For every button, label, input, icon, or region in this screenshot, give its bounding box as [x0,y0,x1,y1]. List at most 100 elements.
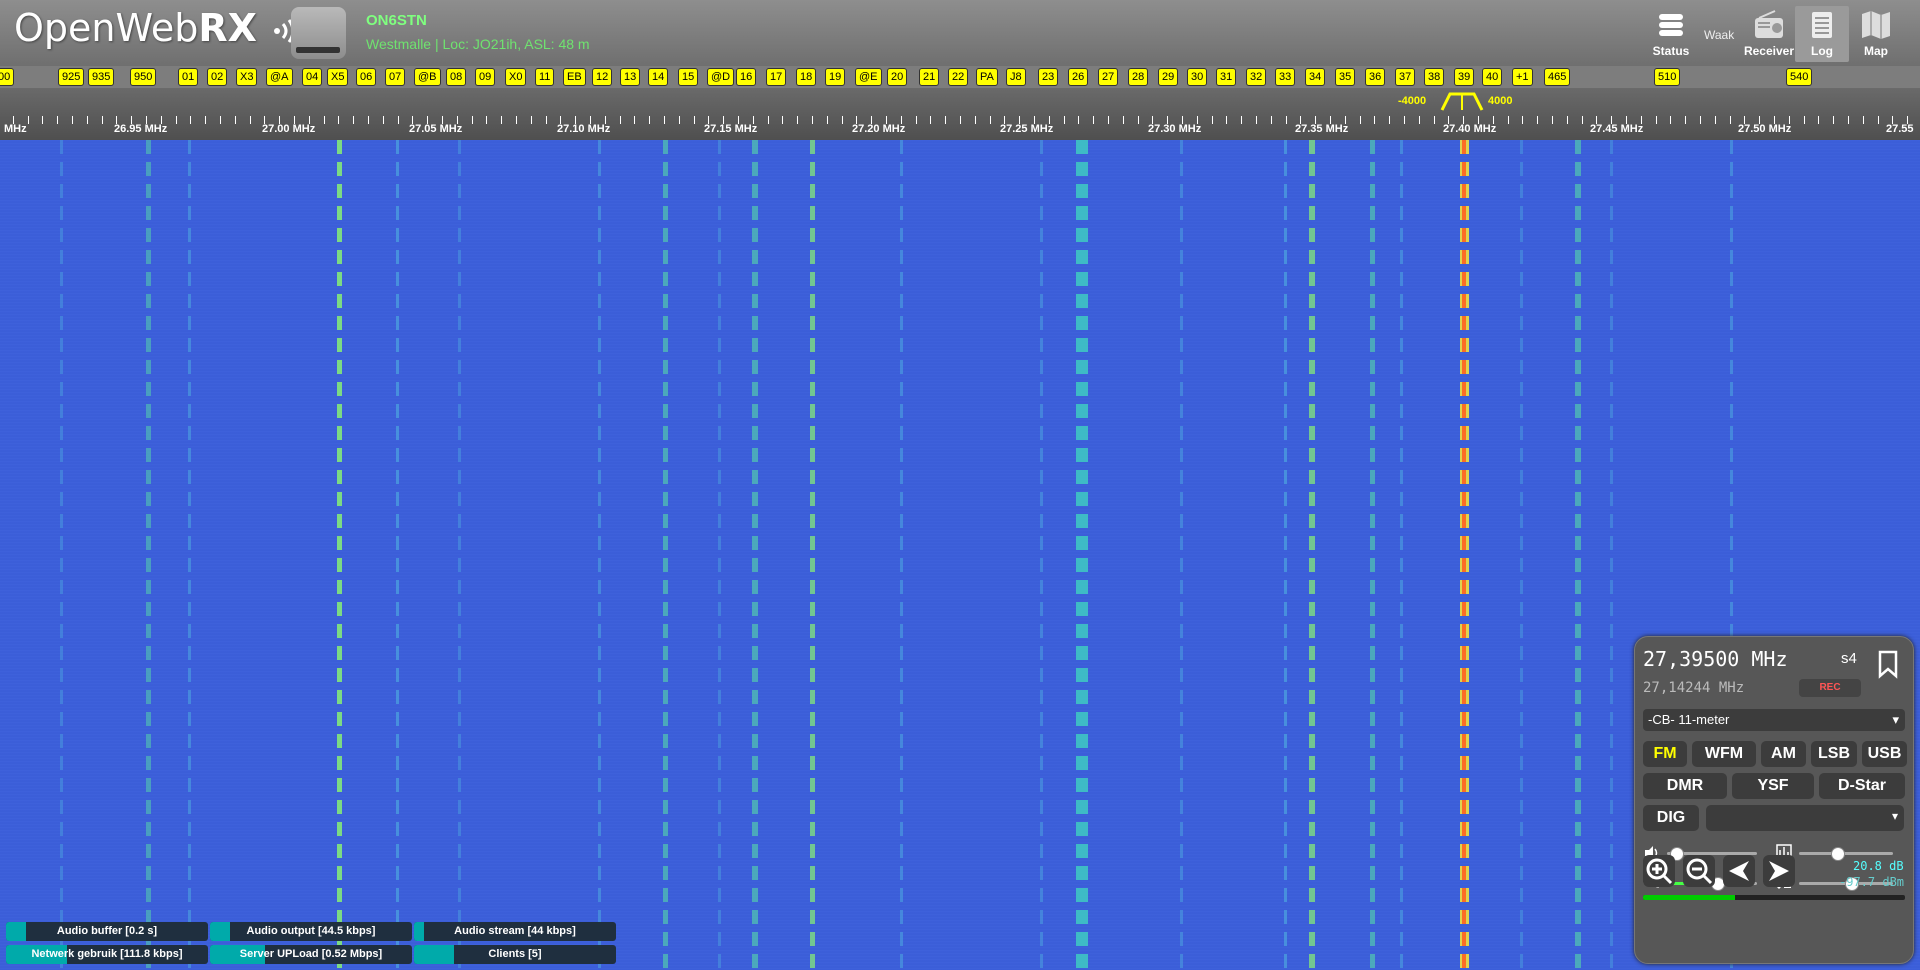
bookmark-36-tag[interactable]: 36 [1365,68,1386,86]
bookmark-950-tag[interactable]: 950 [130,68,157,86]
mode-usb-button[interactable]: USB [1862,741,1907,767]
nav-log-button[interactable]: Log [1795,6,1849,62]
bookmark-26-tag[interactable]: 26 [1068,68,1089,86]
mode-wfm-button[interactable]: WFM [1692,741,1756,767]
zoom-to-left-button[interactable] [1723,855,1755,887]
noise-reduction-slider-knob[interactable] [1830,847,1845,861]
record-button[interactable]: REC [1799,679,1861,697]
nav-receiver-button[interactable]: Receiver [1742,6,1796,62]
bookmark-30-tag[interactable]: 30 [1187,68,1208,86]
openwebrx-logo[interactable]: OpenWebRX [14,6,299,50]
mode-am-button[interactable]: AM [1761,741,1806,767]
bookmark-28-tag[interactable]: 28 [1128,68,1149,86]
bookmark-+1-tag[interactable]: +1 [1512,68,1533,86]
bookmark-01-tag[interactable]: 01 [178,68,199,86]
bookmark-29-tag[interactable]: 29 [1158,68,1179,86]
bookmark-13-tag[interactable]: 13 [620,68,641,86]
zoom-to-right-button[interactable] [1763,855,1795,887]
scale-tick [1715,116,1716,124]
passband-filter-icon[interactable] [1440,90,1484,112]
bookmark-x0-tag[interactable]: X0 [505,68,527,86]
bookmark-16-tag[interactable]: 16 [736,68,757,86]
noise-reduction-slider[interactable] [1799,847,1893,861]
status-bar: Audio buffer [0.2 s] [6,922,208,941]
bookmark-925-tag[interactable]: 925 [58,68,85,86]
bookmark-32-tag[interactable]: 32 [1246,68,1267,86]
bookmark-18-tag[interactable]: 18 [796,68,817,86]
bookmark-x3-tag[interactable]: X3 [236,68,258,86]
bookmark-00-tag[interactable]: 00 [0,68,15,86]
bookmark-465-tag[interactable]: 465 [1544,68,1571,86]
bookmark-02-tag[interactable]: 02 [207,68,228,86]
scale-tick [1818,116,1819,124]
mode-lsb-button[interactable]: LSB [1811,741,1857,767]
bookmark-09-tag[interactable]: 09 [475,68,496,86]
bookmark-08-tag[interactable]: 08 [446,68,467,86]
bookmark-22-tag[interactable]: 22 [948,68,969,86]
bookmark-19-tag[interactable]: 19 [825,68,846,86]
bookmark-37-tag[interactable]: 37 [1395,68,1416,86]
profile-select[interactable]: -CB- 11-meter ▾ [1643,709,1905,731]
mode-dstar-button[interactable]: D-Star [1819,773,1905,799]
bookmark-04-tag[interactable]: 04 [302,68,323,86]
mode-dmr-button[interactable]: DMR [1643,773,1727,799]
zoom-out-button[interactable] [1683,855,1715,887]
signal-trace [1520,140,1523,970]
signal-trace [1180,140,1183,970]
dig-mode-button[interactable]: DIG [1643,805,1699,831]
mode-ysf-button[interactable]: YSF [1732,773,1814,799]
bookmark-pa-tag[interactable]: PA [976,68,998,86]
bookmark-e-tag[interactable]: @E [855,68,882,86]
scale-label: 27.05 MHz [409,123,463,135]
bookmark-40-tag[interactable]: 40 [1482,68,1503,86]
bookmark-540-tag[interactable]: 540 [1786,68,1813,86]
bookmark-21-tag[interactable]: 21 [919,68,940,86]
receiver-photo[interactable] [291,7,346,59]
scale-tick [1212,116,1213,124]
bookmark-11-tag[interactable]: 11 [535,68,555,86]
top-bar: OpenWebRX ON6STN Westmalle | Loc: JO21ih… [0,0,1920,66]
bookmark-31-tag[interactable]: 31 [1216,68,1237,86]
scale-tick [945,116,946,124]
bookmark-j8-tag[interactable]: J8 [1006,68,1026,86]
bookmark-14-tag[interactable]: 14 [648,68,669,86]
bookmark-12-tag[interactable]: 12 [592,68,613,86]
scale-tick [250,116,251,124]
scale-tick [768,116,769,124]
frequency-scale[interactable]: -4000 4000 MHz 26.95 MHz 27.00 MHz 27.05 MH… [0,88,1920,140]
bookmark-a-tag[interactable]: @A [266,68,293,86]
tuned-frequency-display[interactable]: 27,39500 MHz [1643,647,1788,671]
bookmark-06-tag[interactable]: 06 [356,68,377,86]
bookmark-x5-tag[interactable]: X5 [327,68,349,86]
scale-tick [1108,116,1109,124]
scale-tick [1730,116,1731,124]
bookmark-20-tag[interactable]: 20 [887,68,908,86]
center-frequency-display: 27,14244 MHz [1643,680,1745,696]
digital-mode-select[interactable]: ▾ [1706,805,1904,831]
scale-tick [812,116,813,124]
bookmark-38-tag[interactable]: 38 [1424,68,1445,86]
bookmark-17-tag[interactable]: 17 [766,68,787,86]
bookmark-27-tag[interactable]: 27 [1098,68,1119,86]
bookmark-23-tag[interactable]: 23 [1038,68,1059,86]
bookmark-eb-tag[interactable]: EB [563,68,586,86]
bookmark-icon[interactable] [1875,649,1901,679]
bookmark-510-tag[interactable]: 510 [1654,68,1681,86]
bookmark-15-tag[interactable]: 15 [678,68,699,86]
scale-tick [1878,116,1879,124]
nav-map-label: Map [1864,44,1888,58]
bookmark-35-tag[interactable]: 35 [1335,68,1356,86]
mode-fm-button[interactable]: FM [1643,741,1687,767]
bookmark-d-tag[interactable]: @D [707,68,735,86]
nav-status-button[interactable]: Status [1644,6,1698,62]
zoom-in-button[interactable] [1643,855,1675,887]
waterfall-display[interactable] [0,140,1920,970]
scale-tick [797,116,798,124]
bookmark-34-tag[interactable]: 34 [1305,68,1326,86]
nav-map-button[interactable]: Map [1849,6,1903,62]
bookmark-b-tag[interactable]: @B [414,68,441,86]
bookmark-935-tag[interactable]: 935 [88,68,115,86]
bookmark-39-tag[interactable]: 39 [1454,68,1475,86]
bookmark-07-tag[interactable]: 07 [385,68,406,86]
bookmark-33-tag[interactable]: 33 [1275,68,1296,86]
